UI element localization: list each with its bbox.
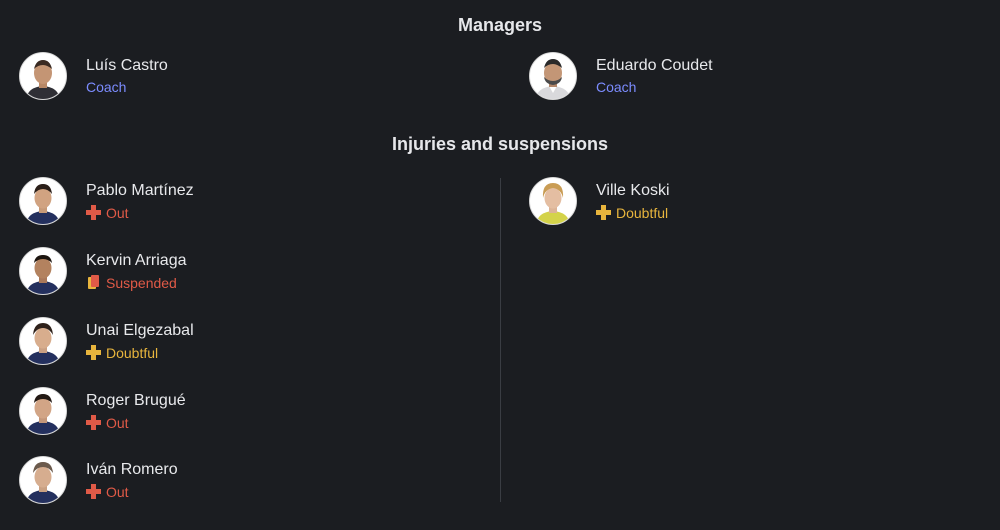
player-avatar	[19, 456, 67, 504]
player-name: Unai Elgezabal	[86, 321, 194, 339]
status-label: Suspended	[106, 274, 177, 291]
manager-role: Coach	[596, 79, 637, 95]
manager-name: Luís Castro	[86, 57, 168, 74]
status-label: Out	[106, 204, 129, 221]
player-avatar	[19, 317, 67, 365]
player-name: Iván Romero	[86, 460, 178, 478]
manager-item[interactable]: Eduardo Coudet Coach	[529, 52, 713, 100]
manager-avatar	[529, 52, 577, 100]
player-status: Out	[86, 483, 178, 501]
managers-title: Managers	[457, 15, 543, 35]
player-avatar	[529, 177, 577, 225]
red-card-icon	[88, 275, 99, 289]
player-status: Suspended	[86, 274, 187, 292]
player-avatar	[19, 387, 67, 435]
cross-icon	[86, 345, 101, 360]
cross-icon	[86, 205, 101, 220]
manager-avatar	[19, 52, 67, 100]
player-status: Doubtful	[596, 204, 670, 222]
status-label: Out	[106, 483, 129, 500]
status-label: Doubtful	[106, 344, 159, 361]
cross-icon	[86, 484, 101, 499]
player-name: Roger Brugué	[86, 391, 186, 409]
status-label: Out	[106, 414, 129, 431]
player-name: Ville Koski	[596, 181, 670, 199]
manager-name: Eduardo Coudet	[596, 57, 713, 74]
player-item[interactable]: Unai Elgezabal Doubtful	[19, 317, 194, 365]
column-divider	[500, 178, 501, 502]
player-avatar	[19, 177, 67, 225]
injuries-title: Injuries and suspensions	[391, 134, 609, 154]
player-status: Out	[86, 414, 186, 432]
player-status: Doubtful	[86, 344, 194, 362]
cross-icon	[86, 415, 101, 430]
player-item[interactable]: Kervin Arriaga Suspended	[19, 247, 187, 295]
player-avatar	[19, 247, 67, 295]
player-name: Kervin Arriaga	[86, 251, 187, 269]
player-item[interactable]: Pablo Martínez Out	[19, 177, 194, 225]
status-label: Doubtful	[616, 204, 669, 221]
player-item[interactable]: Roger Brugué Out	[19, 387, 186, 435]
player-item[interactable]: Iván Romero Out	[19, 456, 178, 504]
player-name: Pablo Martínez	[86, 181, 194, 199]
player-item[interactable]: Ville Koski Doubtful	[529, 177, 670, 225]
cross-icon	[596, 205, 611, 220]
manager-item[interactable]: Luís Castro Coach	[19, 52, 168, 100]
manager-role: Coach	[86, 79, 127, 95]
player-status: Out	[86, 204, 194, 222]
